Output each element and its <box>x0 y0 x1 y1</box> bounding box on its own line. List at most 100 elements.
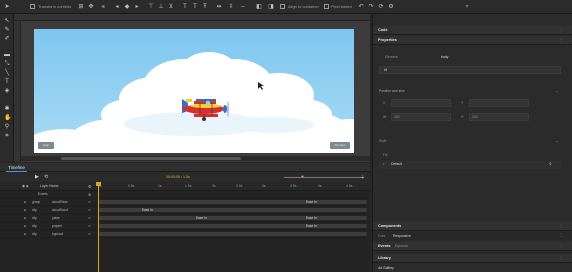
stage-workspace[interactable]: Help Preview <box>21 21 370 162</box>
align-right-icon[interactable]: ▸ <box>134 4 140 10</box>
panel-collapse-icon[interactable]: ▾ <box>464 4 470 10</box>
components-section-header[interactable]: Components ⋮ <box>373 222 572 231</box>
h-field[interactable]: 200 <box>469 113 529 121</box>
layer-track[interactable] <box>99 208 367 212</box>
text-top-icon[interactable]: T <box>182 4 188 10</box>
align-bottom-icon[interactable]: ⊻ <box>168 4 174 10</box>
refresh-icon[interactable]: ⟳ <box>378 4 384 10</box>
stage-help-button[interactable]: Help <box>38 142 54 149</box>
move-icon[interactable]: ✥ <box>88 4 94 10</box>
position-collapse-icon[interactable]: ⌄ <box>555 88 558 94</box>
tab-responsive[interactable]: Responsive <box>393 233 411 239</box>
undo-icon[interactable]: ↶ <box>358 4 364 10</box>
stage-preview-button[interactable]: Preview <box>330 142 350 149</box>
zoom-in-icon[interactable]: ＋ <box>360 174 365 181</box>
layer-track[interactable] <box>99 232 367 236</box>
layer-lock-icon[interactable]: ▭ <box>88 222 91 230</box>
fill-search-icon[interactable]: ⚲ <box>549 161 551 167</box>
redo-icon[interactable]: ↷ <box>368 4 374 10</box>
layer-visibility-icon[interactable]: ● <box>24 198 26 206</box>
code-section-header[interactable]: Code ⋮ <box>373 26 572 35</box>
keyframe-label[interactable]: Ease In <box>306 198 317 206</box>
events-menu-icon[interactable]: ⋮ <box>559 243 563 249</box>
brush-tool-icon[interactable]: ✐ <box>4 36 10 42</box>
layer-lock-icon[interactable]: ▭ <box>88 198 91 206</box>
align-left-icon[interactable]: ⫷ <box>100 4 106 10</box>
arrange-back-icon[interactable]: ◧ <box>256 4 262 10</box>
select-tool-icon[interactable]: ↖ <box>4 18 10 24</box>
layer-lock-icon[interactable]: ▭ <box>88 230 91 238</box>
align-container-checkbox[interactable] <box>280 4 285 9</box>
layer-lock-icon[interactable]: ▭ <box>88 206 91 214</box>
components-menu-icon[interactable]: ⋮ <box>559 223 563 229</box>
code-expand-icon[interactable]: ⋮ <box>559 27 563 33</box>
keyframe-label[interactable]: Ease In <box>142 206 153 214</box>
align-middle-icon[interactable]: ⊥ <box>158 4 164 10</box>
events-section-header[interactable]: Events Dynamic ⋮ <box>373 242 572 251</box>
properties-section-header[interactable]: Properties ⋮ <box>373 36 572 45</box>
align-left-edge-icon[interactable]: ◂ <box>114 4 120 10</box>
transform-tool-icon[interactable]: ⤡ <box>4 61 10 67</box>
layer-visibility-icon[interactable]: ● <box>24 206 26 214</box>
timeline-zoom-track[interactable] <box>284 177 364 178</box>
pointer-tool-icon[interactable]: ➤ <box>4 4 10 10</box>
zoom-tool-icon[interactable]: ⚲ <box>4 124 10 130</box>
components-more-icon[interactable]: ⋮ <box>559 232 563 238</box>
layer-lock-icon[interactable]: ▭ <box>88 214 91 222</box>
layer-track[interactable] <box>99 224 367 228</box>
timeline-row[interactable]: ● clip propell ▭ Ease In <box>0 222 370 230</box>
text-bottom-icon[interactable]: Ŧ <box>202 4 208 10</box>
layer-track[interactable] <box>99 200 367 204</box>
align-top-icon[interactable]: ⊤ <box>148 4 154 10</box>
events-tab-dynamic[interactable]: Dynamic <box>395 243 408 249</box>
pen-tool-icon[interactable]: ✎ <box>4 27 10 33</box>
align-center-icon[interactable]: ◆ <box>124 4 130 10</box>
library-section-header[interactable]: Library ⋮ <box>373 254 572 263</box>
crop-tool-icon[interactable]: ⌗ <box>4 133 10 139</box>
layer-visibility-icon[interactable]: ● <box>24 230 26 238</box>
space-h-icon[interactable]: ⇔ <box>240 4 246 10</box>
gear-tool-icon[interactable]: ✱ <box>4 106 10 112</box>
keyframe-label[interactable]: Ease In <box>306 222 317 230</box>
tab-core[interactable]: Core <box>378 233 385 239</box>
arrange-front-icon[interactable]: ◨ <box>268 4 274 10</box>
text-tool-icon[interactable]: T <box>4 79 10 85</box>
timeline-row[interactable]: ● clip bgcloud ▭ <box>0 230 370 238</box>
timeline-row[interactable]: ● clip cloudScout ▭ Ease In <box>0 206 370 214</box>
element-id-field[interactable]: bf <box>379 66 561 74</box>
keyframe-label-secondary[interactable]: Ease In <box>306 214 317 222</box>
timeline-row[interactable]: ● clip plane ▭ Ease In Ease In <box>0 214 370 222</box>
pixel-based-checkbox[interactable] <box>324 4 329 9</box>
y-field[interactable] <box>469 99 529 107</box>
grid-icon[interactable]: ⊞ <box>78 4 84 10</box>
layer-visibility-icon[interactable]: ● <box>24 222 26 230</box>
events-add-icon[interactable]: ⊕ <box>88 192 91 197</box>
playhead-line[interactable] <box>98 182 99 272</box>
style-collapse-icon[interactable]: ⌄ <box>555 138 558 144</box>
loop-icon[interactable]: ⟲ <box>44 174 48 180</box>
settings-icon[interactable]: ⚙ <box>388 4 394 10</box>
play-icon[interactable]: ▶ <box>35 174 39 180</box>
canvas-horizontal-scrollbar[interactable] <box>21 156 370 161</box>
distribute-v-icon[interactable]: ⇳ <box>228 4 234 10</box>
layer-track[interactable] <box>99 216 367 220</box>
properties-menu-icon[interactable]: ⋮ <box>559 37 563 43</box>
layer-visibility-icon[interactable]: ● <box>24 214 26 222</box>
scrollbar-thumb[interactable] <box>61 157 241 160</box>
line-tool-icon[interactable]: ╲ <box>4 70 10 76</box>
x-field[interactable] <box>391 99 451 107</box>
timeline-settings-icon[interactable]: ⚙ <box>88 184 92 189</box>
distribute-h-icon[interactable]: ⇹ <box>216 4 222 10</box>
shape-tool-icon[interactable]: ▬ <box>4 52 10 58</box>
w-field[interactable]: 400 <box>391 113 451 121</box>
keyframe-label[interactable]: Ease In <box>196 214 207 222</box>
tab-timeline[interactable]: Timeline <box>6 163 27 172</box>
transform-controls-checkbox[interactable] <box>30 4 35 9</box>
text-mid-icon[interactable]: T <box>192 4 198 10</box>
stage-canvas[interactable]: Help Preview <box>34 29 354 153</box>
fill-field[interactable]: ◐ Default ⚲ <box>379 161 561 169</box>
fill-tool-icon[interactable]: ◈ <box>4 88 10 94</box>
timeline-row[interactable]: ● group cloudShow ▭ Ease In <box>0 198 370 206</box>
hand-tool-icon[interactable]: ✋ <box>4 115 11 121</box>
library-menu-icon[interactable]: ⋮ <box>559 255 563 261</box>
